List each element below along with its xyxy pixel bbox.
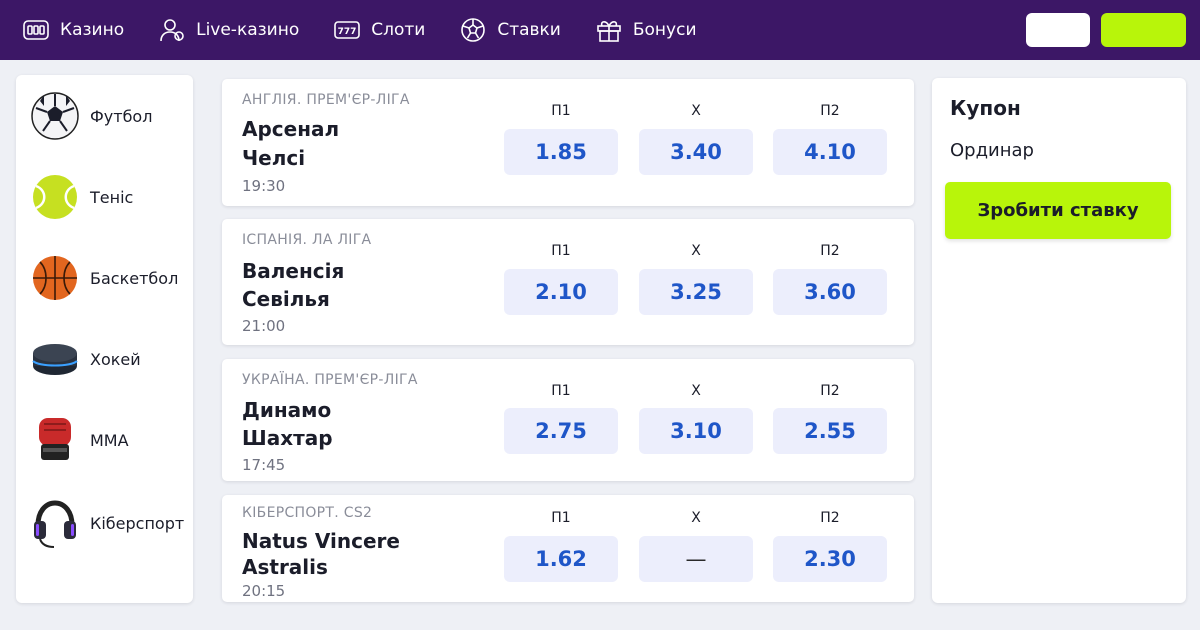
team-home: Арсенал [242, 117, 340, 141]
match-time: 21:00 [242, 317, 286, 335]
team-away: Шахтар [242, 426, 333, 450]
login-button[interactable] [1026, 13, 1090, 47]
nav-item-slots[interactable]: 777 Слоти [333, 16, 425, 44]
team-home: Динамо [242, 398, 332, 422]
odds-button-p2[interactable]: 2.55 [773, 408, 887, 454]
headset-icon [34, 500, 76, 548]
match-card: АНГЛІЯ. ПРЕМ'ЄР-ЛІГА Арсенал Челсі 19:30… [222, 79, 914, 206]
mma-glove-icon [39, 418, 71, 460]
odds-header-x: X [691, 103, 701, 119]
top-navigation-bar: Казино Live-казино 777 Слоти Ставки Бону… [0, 0, 1200, 60]
sidebar-item-label: Теніс [90, 187, 134, 207]
odds-button-p2[interactable]: 2.30 [773, 536, 887, 582]
main-nav: Казино Live-казино 777 Слоти Ставки Бону… [22, 16, 731, 44]
league-name: ІСПАНІЯ. ЛА ЛІГА [242, 232, 372, 248]
odds-header-p1: П1 [551, 243, 571, 259]
nav-item-label: Ставки [497, 20, 561, 40]
nav-item-casino[interactable]: Казино [22, 16, 124, 44]
nav-item-label: Казино [60, 20, 125, 40]
nav-item-bonuses[interactable]: Бонуси [595, 16, 697, 44]
live-dealer-icon [160, 19, 184, 42]
nav-item-label: Слоти [371, 20, 426, 40]
odds-header-x: X [691, 510, 701, 526]
sidebar-item-label: Кіберспорт [90, 513, 185, 533]
odds-header-p1: П1 [551, 510, 571, 526]
odds-button-p2[interactable]: 3.60 [773, 269, 887, 315]
nav-item-bets[interactable]: Ставки [459, 16, 561, 44]
odds-header-p2: П2 [820, 243, 840, 259]
register-button[interactable] [1101, 13, 1186, 47]
coupon-title: Купон [950, 96, 1021, 120]
nav-item-label: Бонуси [632, 20, 697, 40]
match-time: 17:45 [242, 456, 286, 474]
odds-button-x[interactable]: — [639, 536, 753, 582]
nav-item-live-casino[interactable]: Live-казино [158, 16, 299, 44]
team-away: Челсі [242, 146, 306, 170]
tennis-ball-icon [33, 175, 77, 219]
sidebar-item-label: Баскетбол [90, 268, 179, 288]
odds-header-p2: П2 [820, 510, 840, 526]
league-name: КІБЕРСПОРТ. CS2 [242, 505, 373, 521]
sidebar-item-esports[interactable]: Кіберспорт [30, 495, 195, 551]
hockey-puck-icon [32, 344, 78, 375]
odds-header-p1: П1 [551, 103, 571, 119]
sidebar-item-tennis[interactable]: Теніс [30, 169, 195, 225]
league-name: АНГЛІЯ. ПРЕМ'ЄР-ЛІГА [242, 92, 410, 108]
odds-header-p1: П1 [551, 383, 571, 399]
sidebar-item-football[interactable]: Футбол [30, 88, 195, 144]
sidebar-item-mma[interactable]: MMA [30, 412, 195, 468]
odds-header-x: X [691, 383, 701, 399]
sidebar-item-label: Футбол [90, 106, 153, 126]
sidebar-item-label: Хокей [90, 349, 141, 369]
team-home: Natus Vincere [242, 529, 400, 553]
team-home: Валенсія [242, 259, 345, 283]
match-time: 20:15 [242, 582, 286, 600]
odds-header-p2: П2 [820, 103, 840, 119]
sidebar-item-hockey[interactable]: Хокей [30, 331, 195, 387]
odds-button-p1[interactable]: 1.85 [504, 129, 618, 175]
svg-text:777: 777 [338, 27, 357, 37]
odds-button-x[interactable]: 3.25 [639, 269, 753, 315]
odds-header-x: X [691, 243, 701, 259]
sports-sidebar: Футбол Теніс Баскетбол Хокей MMA Кіберсп… [16, 75, 193, 603]
sidebar-item-basketball[interactable]: Баскетбол [30, 250, 195, 306]
place-bet-button[interactable]: Зробити ставку [945, 182, 1171, 239]
match-card: ІСПАНІЯ. ЛА ЛІГА Валенсія Севілья 21:00 … [222, 219, 914, 345]
odds-button-p1[interactable]: 2.75 [504, 408, 618, 454]
match-time: 19:30 [242, 177, 286, 195]
league-name: УКРАЇНА. ПРЕМ'ЄР-ЛІГА [242, 372, 418, 388]
team-away: Astralis [242, 555, 328, 579]
odds-header-p2: П2 [820, 383, 840, 399]
match-card: КІБЕРСПОРТ. CS2 Natus Vincere Astralis 2… [222, 495, 914, 602]
odds-button-p1[interactable]: 1.62 [504, 536, 618, 582]
team-away: Севілья [242, 287, 330, 311]
match-card: УКРАЇНА. ПРЕМ'ЄР-ЛІГА Динамо Шахтар 17:4… [222, 359, 914, 481]
football-icon [31, 92, 79, 140]
gift-icon [597, 21, 621, 42]
odds-button-x[interactable]: 3.10 [639, 408, 753, 454]
sidebar-item-label: MMA [90, 430, 129, 450]
slot-machine-icon [23, 20, 49, 40]
odds-button-p1[interactable]: 2.10 [504, 269, 618, 315]
nav-item-label: Live-казино [196, 20, 300, 40]
bet-coupon-panel: Купон Ординар Зробити ставку [932, 78, 1186, 603]
odds-button-p2[interactable]: 4.10 [773, 129, 887, 175]
soccer-ball-icon [461, 18, 486, 42]
basketball-icon [33, 256, 77, 300]
odds-button-x[interactable]: 3.40 [639, 129, 753, 175]
777-slots-icon: 777 [334, 21, 361, 39]
bet-type-selector[interactable]: Ординар [950, 140, 1034, 161]
